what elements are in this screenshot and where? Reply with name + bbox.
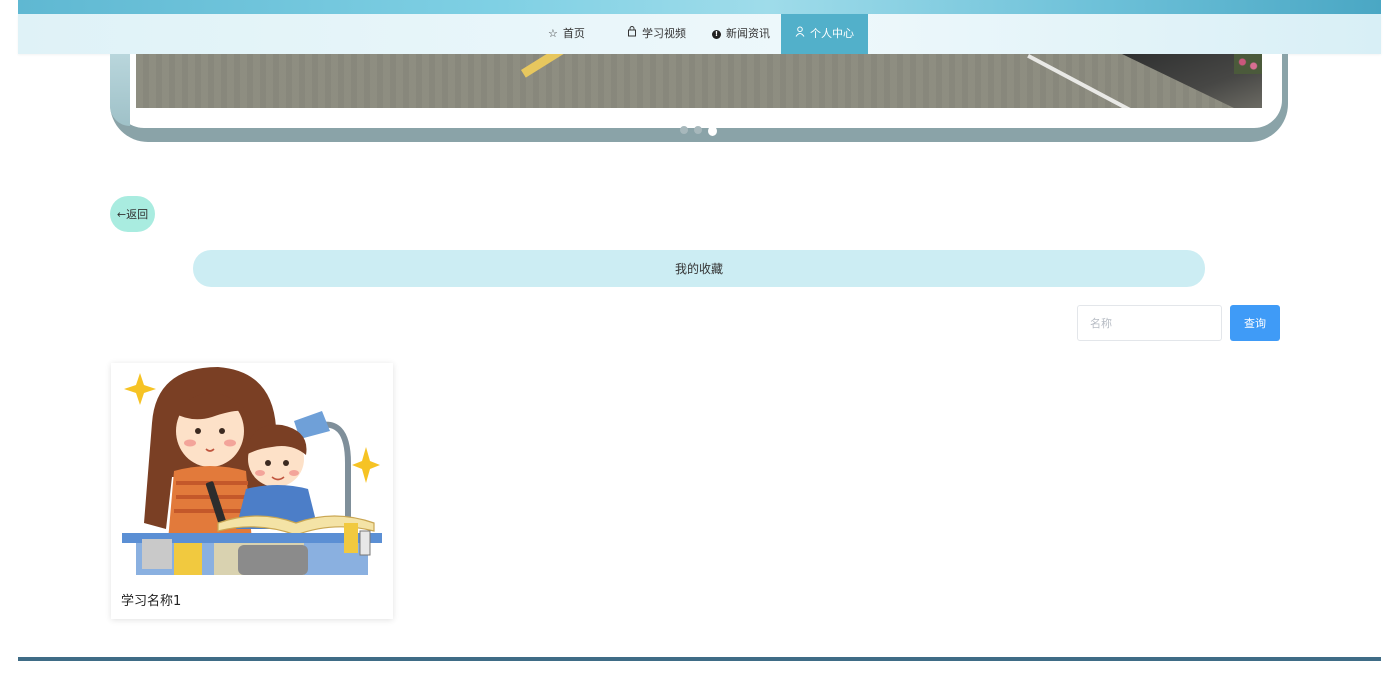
favorite-card[interactable]: 学习名称1 bbox=[111, 363, 393, 619]
page-title-text: 我的收藏 bbox=[674, 262, 723, 276]
nav-item-news[interactable]: ! 新闻资讯 bbox=[712, 14, 770, 54]
mother-child-reading-image bbox=[118, 363, 386, 575]
nav-item-videos[interactable]: 学习视频 bbox=[627, 14, 686, 54]
nav-label: 个人中心 bbox=[810, 27, 854, 40]
footer-divider bbox=[18, 657, 1381, 661]
flower-bed bbox=[1234, 54, 1262, 74]
page-title: 我的收藏 bbox=[193, 250, 1205, 287]
search-button[interactable]: 查询 bbox=[1230, 305, 1280, 341]
name-search-input[interactable] bbox=[1077, 305, 1222, 341]
road-surface bbox=[136, 54, 1262, 108]
bag-icon bbox=[627, 14, 637, 54]
carousel-dot-active[interactable] bbox=[708, 126, 717, 136]
back-button[interactable]: ←返回 bbox=[110, 196, 155, 232]
carousel-indicators bbox=[680, 126, 717, 136]
nav-item-personal-center[interactable]: 个人中心 bbox=[781, 14, 868, 54]
carousel-dot[interactable] bbox=[680, 126, 688, 134]
banner-image bbox=[136, 54, 1262, 108]
info-circle-icon: ! bbox=[712, 29, 721, 39]
favorite-card-title: 学习名称1 bbox=[121, 594, 182, 609]
nav-label: 首页 bbox=[562, 27, 585, 40]
nav-label: 学习视频 bbox=[642, 27, 686, 40]
carousel-dot[interactable] bbox=[694, 126, 702, 134]
banner-frame-edge bbox=[110, 54, 130, 126]
user-icon bbox=[795, 14, 805, 54]
top-navigation: ☆ 首页 学习视频 ! 新闻资讯 个人中心 bbox=[18, 14, 1381, 54]
header-banner-strip bbox=[18, 0, 1381, 14]
nav-label: 新闻资讯 bbox=[726, 27, 770, 40]
star-outline-icon: ☆ bbox=[548, 27, 558, 40]
nav-item-home[interactable]: ☆ 首页 bbox=[548, 14, 585, 54]
